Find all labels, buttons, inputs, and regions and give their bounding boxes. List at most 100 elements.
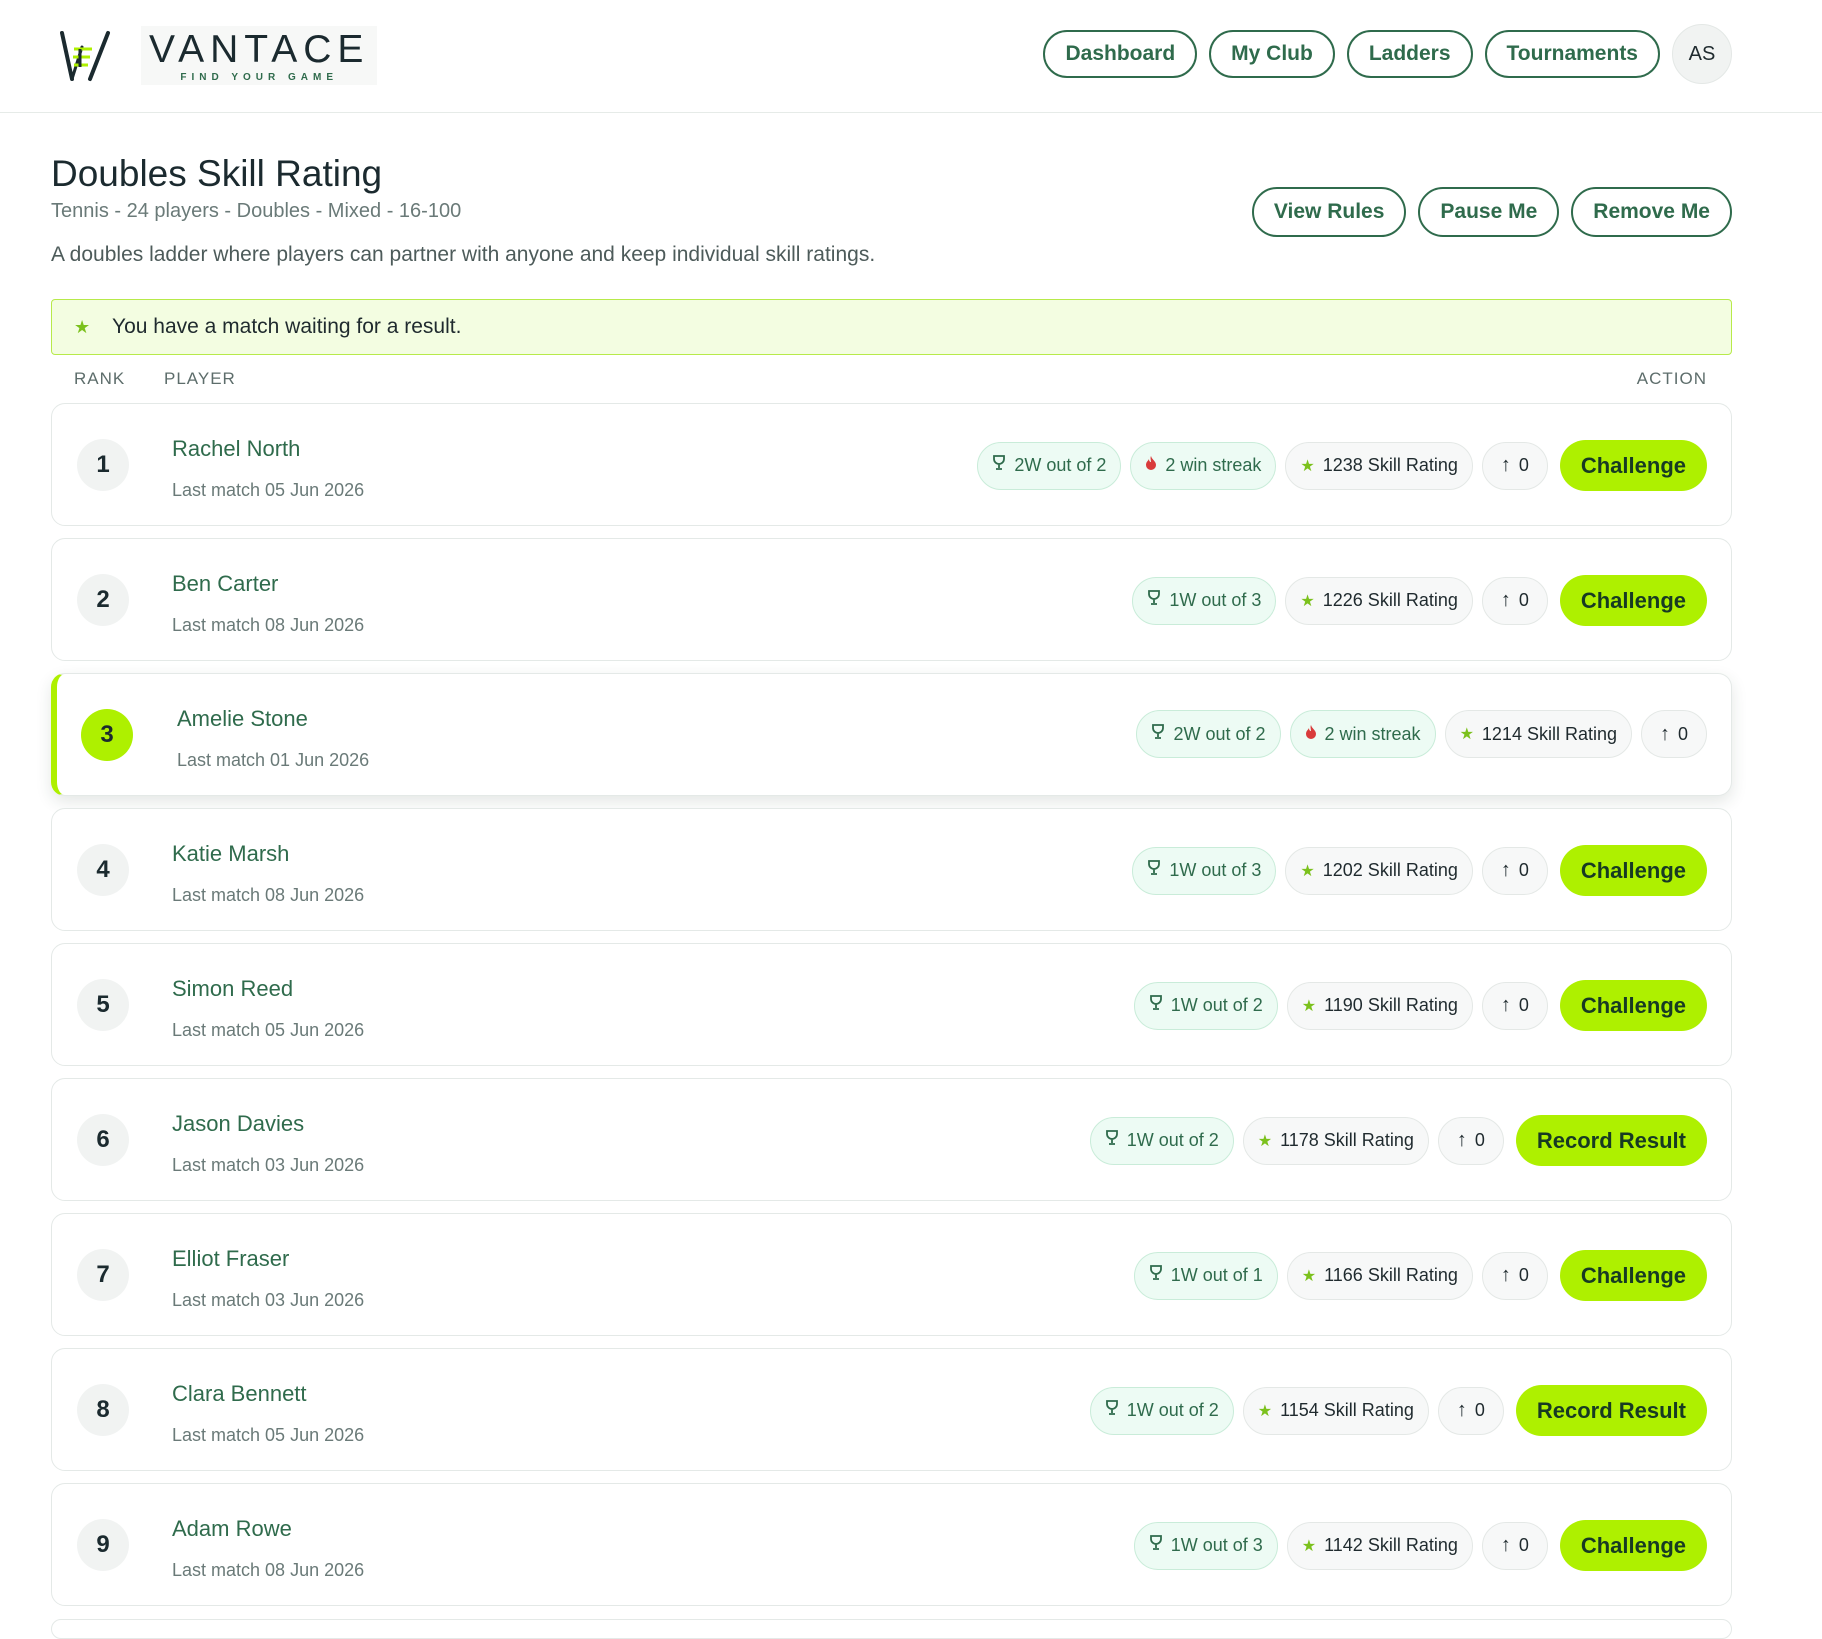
- player-name-link[interactable]: Simon Reed: [172, 976, 364, 1002]
- rank-movement-value: 0: [1518, 1535, 1529, 1555]
- ladder-description: A doubles ladder where players can partn…: [51, 243, 876, 266]
- rank-movement-pill: ↑ 0: [1481, 981, 1548, 1030]
- pause-me-button[interactable]: Pause Me: [1418, 187, 1560, 237]
- star-icon: ★: [1301, 997, 1317, 1015]
- ladder-actions: View Rules Pause Me Remove Me: [1251, 187, 1732, 237]
- player-name-link[interactable]: Clara Bennett: [172, 1381, 364, 1407]
- player-name-link[interactable]: Adam Rowe: [172, 1516, 364, 1542]
- rank-badge: 3: [81, 708, 133, 761]
- record-result-button[interactable]: Record Result: [1515, 1115, 1707, 1166]
- challenge-button[interactable]: Challenge: [1559, 980, 1707, 1031]
- player-stats: 1W out of 2 ★ 1154 Skill Rating ↑ 0 Record Re…: [1089, 1385, 1707, 1436]
- record-pill: 2W out of 2: [1136, 710, 1281, 758]
- star-icon: ★: [74, 316, 91, 337]
- player-name-link[interactable]: Katie Marsh: [172, 841, 364, 867]
- table-row[interactable]: 4 Katie Marsh Last match 08 Jun 2026 1W out…: [51, 808, 1732, 931]
- ladder-list: 1 Rachel North Last match 05 Jun 2026 2W ou…: [51, 403, 1732, 1618]
- challenge-button[interactable]: Challenge: [1559, 1520, 1707, 1571]
- skill-rating-text: 1190 Skill Rating: [1324, 995, 1458, 1015]
- table-row[interactable]: 5 Simon Reed Last match 05 Jun 2026 1W out …: [51, 943, 1732, 1066]
- view-rules-button[interactable]: View Rules: [1251, 187, 1407, 237]
- record-pill: 1W out of 3: [1132, 576, 1277, 625]
- challenge-button[interactable]: Challenge: [1559, 1250, 1707, 1301]
- record-text: 1W out of 2: [1126, 1400, 1219, 1420]
- player-name-link[interactable]: Ben Carter: [172, 571, 364, 597]
- last-match-date: Last match 03 Jun 2026: [172, 1290, 365, 1310]
- player-info: Katie Marsh Last match 08 Jun 2026: [172, 841, 364, 906]
- star-icon: ★: [1459, 726, 1474, 743]
- skill-rating-text: 1154 Skill Rating: [1280, 1400, 1414, 1420]
- record-text: 1W out of 1: [1170, 1265, 1263, 1285]
- table-row[interactable]: 3 Amelie Stone Last match 01 Jun 2026 2W ou…: [51, 673, 1732, 796]
- record-text: 1W out of 2: [1170, 995, 1263, 1015]
- nav-dashboard-button[interactable]: Dashboard: [1043, 30, 1198, 78]
- user-avatar[interactable]: AS: [1672, 24, 1732, 84]
- player-name-link[interactable]: Rachel North: [172, 436, 364, 462]
- rank-badge: 5: [77, 978, 129, 1031]
- record-pill: 1W out of 2: [1089, 1386, 1234, 1435]
- player-stats: 1W out of 3 ★ 1142 Skill Rating ↑ 0 Challenge: [1133, 1520, 1707, 1571]
- ladder-logo-icon: [60, 30, 110, 81]
- player-name-link[interactable]: Jason Davies: [172, 1111, 364, 1137]
- trophy-icon: [1151, 723, 1165, 745]
- star-icon: ★: [1300, 592, 1315, 610]
- skill-rating-pill: ★ 1142 Skill Rating: [1286, 1521, 1473, 1570]
- player-name-link[interactable]: Amelie Stone: [177, 706, 369, 732]
- record-text: 1W out of 3: [1169, 590, 1262, 610]
- skill-rating-pill: ★ 1154 Skill Rating: [1242, 1386, 1429, 1435]
- nav-tournaments-button[interactable]: Tournaments: [1484, 30, 1660, 78]
- nav-my-club-button[interactable]: My Club: [1209, 30, 1335, 78]
- rank-badge: 4: [77, 843, 129, 896]
- last-match-date: Last match 05 Jun 2026: [172, 480, 365, 500]
- ladder-header: Doubles Skill Rating Tennis - 24 players…: [51, 152, 875, 267]
- challenge-button[interactable]: Challenge: [1559, 440, 1707, 491]
- arrow-up-icon: ↑: [1456, 1399, 1467, 1421]
- column-header-player: PLAYER: [164, 369, 236, 388]
- last-match-date: Last match 01 Jun 2026: [177, 750, 370, 770]
- rank-movement-value: 0: [1518, 995, 1529, 1015]
- rank-badge: 2: [77, 573, 129, 626]
- star-icon: ★: [1257, 1402, 1273, 1420]
- remove-me-button[interactable]: Remove Me: [1571, 187, 1732, 237]
- trophy-icon: [1105, 1400, 1119, 1421]
- challenge-button[interactable]: Challenge: [1559, 575, 1707, 626]
- table-row[interactable]: 6 Jason Davies Last match 03 Jun 2026 1W ou…: [51, 1078, 1732, 1201]
- record-pill: 1W out of 1: [1133, 1251, 1278, 1300]
- brand-logo[interactable]: VANTACE FIND YOUR GAME: [58, 26, 378, 85]
- player-info: Clara Bennett Last match 05 Jun 2026: [172, 1381, 364, 1446]
- star-icon: ★: [1301, 1537, 1317, 1555]
- table-row[interactable]: 8 Clara Bennett Last match 05 Jun 2026 1W o…: [51, 1348, 1732, 1471]
- rank-movement-pill: ↑ 0: [1641, 710, 1707, 758]
- player-name-link[interactable]: Elliot Fraser: [172, 1246, 364, 1272]
- arrow-up-icon: ↑: [1500, 994, 1511, 1016]
- skill-rating-text: 1226 Skill Rating: [1322, 590, 1458, 610]
- player-stats: 1W out of 3 ★ 1226 Skill Rating ↑ 0 Challenge: [1132, 575, 1707, 626]
- trophy-icon: [1149, 1535, 1163, 1556]
- table-row[interactable]: 7 Elliot Fraser Last match 03 Jun 2026 1W o…: [51, 1213, 1732, 1336]
- arrow-up-icon: ↑: [1500, 589, 1511, 611]
- table-row[interactable]: 9 Adam Rowe Last match 08 Jun 2026 1W out o…: [51, 1483, 1732, 1606]
- skill-rating-pill: ★ 1238 Skill Rating: [1285, 441, 1473, 490]
- skill-rating-text: 1142 Skill Rating: [1324, 1535, 1458, 1555]
- rank-movement-pill: ↑ 0: [1437, 1386, 1504, 1435]
- rank-badge: 1: [77, 438, 129, 491]
- record-text: 2W out of 2: [1173, 723, 1266, 744]
- record-result-button[interactable]: Record Result: [1515, 1385, 1707, 1436]
- nav-ladders-button[interactable]: Ladders: [1346, 30, 1473, 78]
- player-stats: 1W out of 1 ★ 1166 Skill Rating ↑ 0 Challenge: [1133, 1250, 1707, 1301]
- player-info: Rachel North Last match 05 Jun 2026: [172, 436, 364, 501]
- rank-movement-value: 0: [1474, 1400, 1485, 1420]
- record-pill: 1W out of 3: [1132, 846, 1277, 895]
- arrow-up-icon: ↑: [1500, 454, 1511, 476]
- arrow-up-icon: ↑: [1500, 859, 1511, 881]
- pending-result-notice[interactable]: ★ You have a match waiting for a result.: [51, 299, 1732, 355]
- player-info: Elliot Fraser Last match 03 Jun 2026: [172, 1246, 364, 1311]
- streak-text: 2 win streak: [1324, 723, 1421, 744]
- trophy-icon: [1105, 1130, 1119, 1151]
- table-row[interactable]: 2 Ben Carter Last match 08 Jun 2026 1W out …: [51, 538, 1732, 661]
- table-row[interactable]: 1 Rachel North Last match 05 Jun 2026 2W ou…: [51, 403, 1732, 526]
- challenge-button[interactable]: Challenge: [1559, 845, 1707, 896]
- record-text: 1W out of 2: [1126, 1130, 1219, 1150]
- arrow-up-icon: ↑: [1500, 1534, 1511, 1556]
- ladder-subtitle: Tennis - 24 players - Doubles - Mixed - …: [51, 200, 462, 222]
